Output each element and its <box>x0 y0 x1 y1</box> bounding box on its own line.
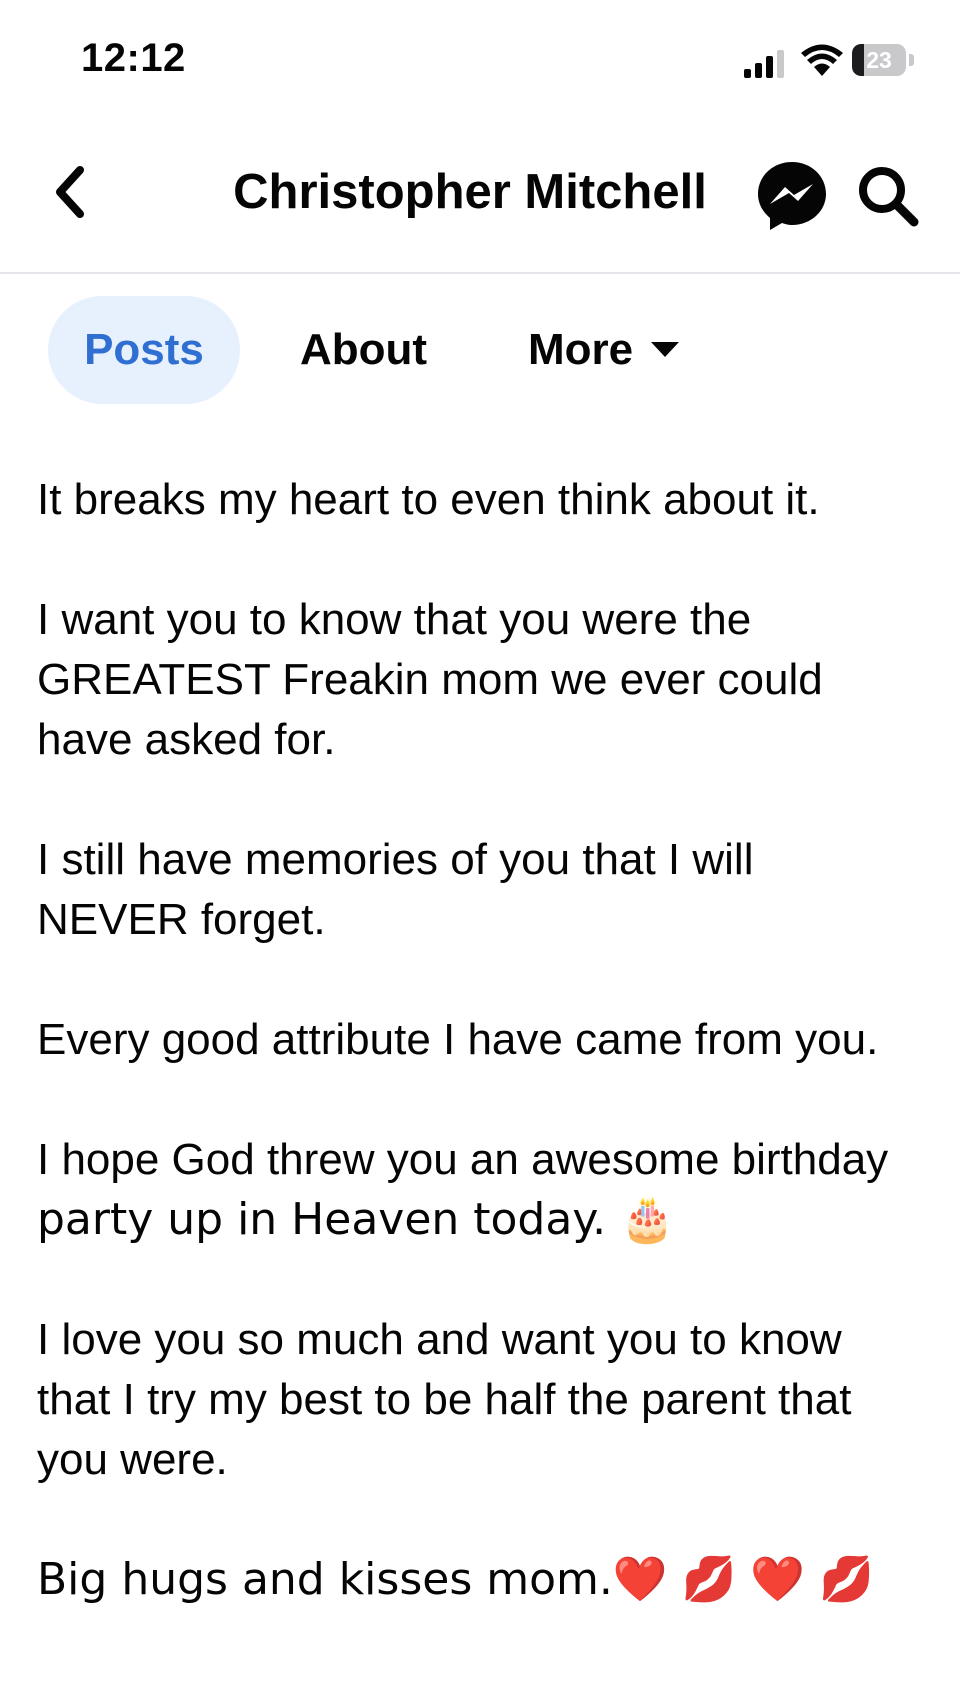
caret-down-icon <box>651 341 680 357</box>
status-bar: 12:12 23 <box>0 0 960 120</box>
battery-icon: 23 <box>852 44 914 78</box>
search-icon[interactable] <box>856 164 920 228</box>
post-paragraph: Every good attribute I have came from yo… <box>37 1010 937 1070</box>
tab-posts[interactable]: Posts <box>48 296 240 404</box>
back-chevron-icon[interactable] <box>46 160 94 224</box>
post-line: It breaks my heart to even think about i… <box>37 475 820 524</box>
post-line: Big hugs and kisses mom.❤️ 💋 ❤️ 💋 <box>37 1554 874 1605</box>
cellular-signal-icon <box>744 50 784 78</box>
page-title: Christopher Mitchell <box>233 165 707 219</box>
post-line: I love you so much and want you to know <box>37 1315 842 1364</box>
tab-posts-label: Posts <box>84 325 204 374</box>
post-line: Every good attribute I have came from yo… <box>37 1015 879 1064</box>
post-paragraph: I love you so much and want you to know … <box>37 1310 937 1490</box>
post-line: I hope God threw you an awesome birthday <box>37 1135 889 1184</box>
tab-about-label: About <box>300 325 428 374</box>
post-line: that I try my best to be half the parent… <box>37 1375 852 1424</box>
tab-more[interactable]: More <box>528 296 698 404</box>
post-text: It breaks my heart to even think about i… <box>37 470 937 1670</box>
status-time: 12:12 <box>81 36 186 80</box>
post-line: party up in Heaven today. 🎂 <box>37 1194 675 1245</box>
tab-more-label: More <box>528 325 634 374</box>
post-line: have asked for. <box>37 715 336 764</box>
post-paragraph: I still have memories of you that I will… <box>37 830 937 950</box>
post-line: GREATEST Freakin mom we ever could <box>37 655 823 704</box>
post-paragraph: I want you to know that you were the GRE… <box>37 590 937 770</box>
wifi-icon <box>801 44 843 76</box>
post-paragraph: It breaks my heart to even think about i… <box>37 470 937 530</box>
tab-about[interactable]: About <box>300 296 440 404</box>
battery-level: 23 <box>866 47 892 73</box>
post-line: you were. <box>37 1435 228 1484</box>
post-line: NEVER forget. <box>37 895 326 944</box>
messenger-icon[interactable] <box>756 160 828 232</box>
post-paragraph: I hope God threw you an awesome birthday… <box>37 1130 937 1250</box>
post-line: I still have memories of you that I will <box>37 835 754 884</box>
profile-header: Christopher Mitchell <box>0 130 960 274</box>
post-paragraph: Big hugs and kisses mom.❤️ 💋 ❤️ 💋 <box>37 1550 937 1610</box>
post-line: I want you to know that you were the <box>37 595 752 644</box>
profile-tabs: Posts About More <box>0 296 960 406</box>
